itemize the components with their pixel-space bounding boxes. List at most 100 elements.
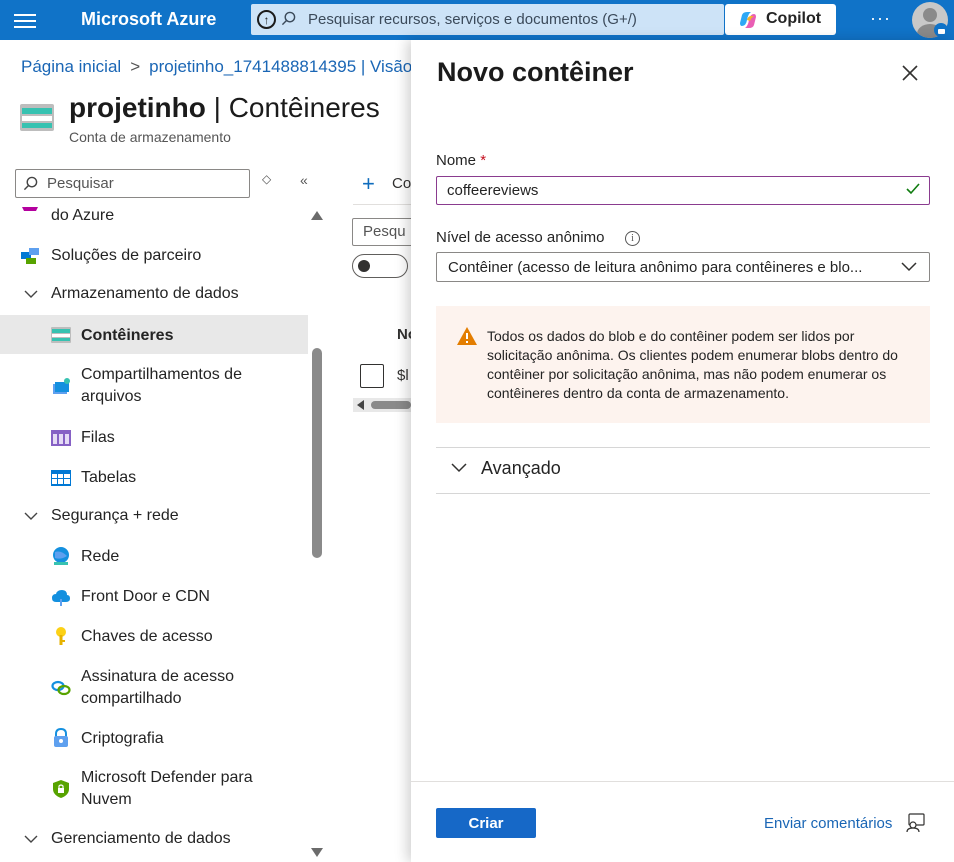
container-name-input[interactable] xyxy=(436,176,930,205)
create-button[interactable]: Criar xyxy=(436,808,536,838)
sidebar-item-access-keys[interactable]: Chaves de acesso xyxy=(0,626,308,648)
send-feedback-link[interactable]: Enviar comentários xyxy=(764,815,892,832)
page-title: projetinho | Contêineres xyxy=(69,92,380,124)
tables-icon xyxy=(51,470,71,486)
access-level-label: Nível de acesso anônimo xyxy=(436,229,605,246)
sidebar-item-front-door[interactable]: Front Door e CDN xyxy=(0,586,308,608)
resource-type: Conta de armazenamento xyxy=(69,129,231,145)
advanced-section-toggle[interactable]: Avançado xyxy=(481,458,561,479)
sidebar-item-label: Filas xyxy=(81,429,115,446)
storage-account-icon xyxy=(20,104,54,131)
sort-updown-icon[interactable]: ◇ xyxy=(262,172,271,186)
copilot-icon xyxy=(740,12,756,28)
required-marker: * xyxy=(480,152,487,169)
resource-name: projetinho xyxy=(69,92,206,123)
top-bar: Microsoft Azure ↑ Pesquisar recursos, se… xyxy=(0,0,954,40)
scroll-up-arrow-icon[interactable] xyxy=(311,211,323,220)
containers-icon xyxy=(51,327,71,343)
sidebar-group-label: Segurança + rede xyxy=(51,507,179,524)
plus-icon[interactable]: + xyxy=(362,171,375,197)
chevron-down-icon xyxy=(24,835,38,843)
global-search-input[interactable]: ↑ Pesquisar recursos, serviços e documen… xyxy=(251,4,724,35)
show-deleted-toggle[interactable] xyxy=(352,254,408,278)
breadcrumb-home-link[interactable]: Página inicial xyxy=(21,57,121,76)
chain-link-icon xyxy=(51,680,71,696)
filter-placeholder: Pesqu xyxy=(363,223,406,240)
partner-azure-icon xyxy=(22,207,38,211)
lock-badge-icon xyxy=(934,23,948,37)
sidebar-item-containers[interactable]: Contêineres xyxy=(0,315,308,354)
sidebar-group-data-storage[interactable]: Armazenamento de dados xyxy=(0,283,308,305)
sidebar-item-label: Rede xyxy=(81,548,120,565)
collapse-sidebar-icon[interactable]: « xyxy=(300,172,308,188)
sidebar-search-input[interactable]: Pesquisar xyxy=(15,169,250,198)
hamburger-menu-icon[interactable] xyxy=(14,10,36,30)
chevron-down-icon[interactable] xyxy=(451,462,467,474)
sidebar-item-label: Compartilhamentos de arquivos xyxy=(81,366,242,405)
row-checkbox[interactable] xyxy=(360,364,384,388)
chevron-down-icon xyxy=(24,290,38,298)
chevron-down-icon xyxy=(901,262,917,272)
sidebar-item-label: Contêineres xyxy=(81,327,174,344)
sidebar-item-defender[interactable]: Microsoft Defender para Nuvem xyxy=(0,767,308,811)
cloud-cdn-icon xyxy=(52,590,70,606)
info-icon[interactable]: i xyxy=(625,231,640,246)
warning-text: Todos os dados do blob e do contêiner po… xyxy=(487,328,898,401)
table-row-name[interactable]: $l xyxy=(397,367,409,384)
sidebar-group-security-network[interactable]: Segurança + rede xyxy=(0,505,308,527)
chevron-down-icon xyxy=(24,512,38,520)
sidebar-scrollbar-thumb[interactable] xyxy=(312,348,322,558)
network-globe-icon xyxy=(53,547,69,565)
name-label: Nome * xyxy=(436,152,486,169)
sidebar-item-label: Chaves de acesso xyxy=(81,628,213,645)
sidebar-group-label: Gerenciamento de dados xyxy=(51,830,231,847)
sidebar-item-tables[interactable]: Tabelas xyxy=(0,467,308,489)
copilot-label: Copilot xyxy=(766,10,822,27)
access-level-value: Contêiner (acesso de leitura anônimo par… xyxy=(448,259,863,276)
sidebar-item-label: Assinatura de acesso compartilhado xyxy=(81,668,234,707)
divider xyxy=(436,447,930,448)
footer-divider xyxy=(411,781,954,782)
feedback-icon[interactable] xyxy=(906,813,926,833)
lock-icon xyxy=(54,728,68,747)
key-icon xyxy=(56,627,66,645)
upload-arrow-icon[interactable]: ↑ xyxy=(257,10,276,29)
partner-solutions-icon xyxy=(21,248,39,264)
sidebar-item-label: Microsoft Defender para Nuvem xyxy=(81,769,253,808)
sidebar-item-label: Front Door e CDN xyxy=(81,588,210,605)
sidebar-search-placeholder: Pesquisar xyxy=(47,175,114,192)
breadcrumb-resource-link[interactable]: projetinho_1741488814395 | Visão xyxy=(149,57,412,76)
sidebar-item-shared-access-signature[interactable]: Assinatura de acesso compartilhado xyxy=(0,666,308,710)
section-name: | Contêineres xyxy=(213,92,380,123)
toolbar-divider xyxy=(353,204,411,205)
sidebar-item-azure[interactable]: do Azure xyxy=(0,205,308,227)
sidebar-item-label: Criptografia xyxy=(81,730,164,747)
scroll-down-arrow-icon[interactable] xyxy=(311,848,323,857)
sidebar-item-partner-solutions[interactable]: Soluções de parceiro xyxy=(0,245,308,267)
brand-title[interactable]: Microsoft Azure xyxy=(81,9,216,30)
access-level-select[interactable]: Contêiner (acesso de leitura anônimo par… xyxy=(436,252,930,282)
warning-message: Todos os dados do blob e do contêiner po… xyxy=(436,306,930,423)
file-shares-icon xyxy=(53,378,70,394)
new-container-panel: Novo contêiner Nome * Nível de acesso an… xyxy=(411,40,954,862)
search-placeholder: Pesquisar recursos, serviços e documento… xyxy=(308,11,637,28)
close-icon[interactable] xyxy=(901,64,919,82)
sidebar-group-data-management[interactable]: Gerenciamento de dados xyxy=(0,828,308,850)
copilot-button[interactable]: Copilot xyxy=(725,4,836,35)
checkmark-icon xyxy=(906,183,920,195)
search-icon xyxy=(23,176,38,191)
sidebar-group-label: Armazenamento de dados xyxy=(51,285,239,302)
shield-icon xyxy=(53,780,69,798)
more-options-icon[interactable]: ··· xyxy=(870,8,891,29)
divider xyxy=(436,493,930,494)
sidebar-item-label: do Azure xyxy=(51,207,115,224)
sidebar-item-encryption[interactable]: Criptografia xyxy=(0,728,308,750)
horizontal-scrollbar[interactable] xyxy=(353,398,411,412)
warning-icon xyxy=(457,327,477,345)
breadcrumb: Página inicial > projetinho_1741488814395 … xyxy=(21,57,412,77)
add-container-button[interactable]: Co xyxy=(392,175,411,192)
sidebar-item-queues[interactable]: Filas xyxy=(0,427,308,449)
sidebar-item-file-shares[interactable]: Compartilhamentos de arquivos xyxy=(0,364,308,408)
queues-icon xyxy=(51,430,71,446)
sidebar-item-network[interactable]: Rede xyxy=(0,546,308,568)
